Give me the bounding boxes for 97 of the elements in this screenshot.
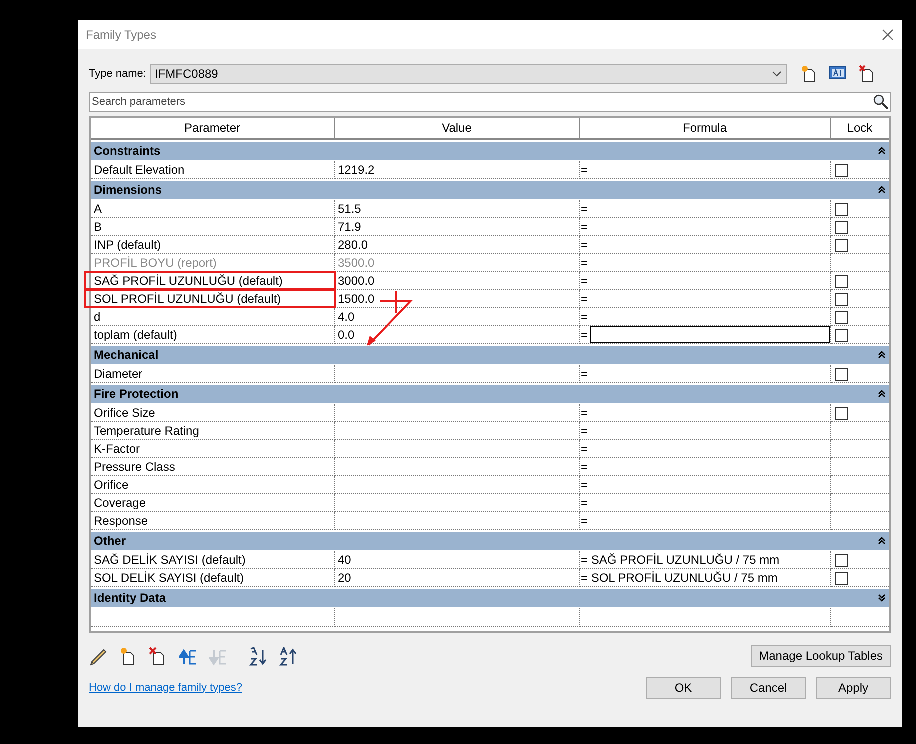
help-link[interactable]: How do I manage family types? [89,680,242,696]
value-text[interactable]: 4.0 [338,308,355,326]
rename-icon[interactable] [829,65,847,81]
lock-checkbox[interactable] [835,164,848,177]
formula-text[interactable]: = [580,476,588,494]
group-title: Identity Data [94,590,166,607]
formula-text[interactable]: = [580,326,588,344]
parameter-name: Temperature Rating [94,422,200,440]
lock-checkbox[interactable] [835,293,848,306]
caret-icon [772,71,782,77]
formula-text[interactable]: = [580,404,588,422]
expand-chevron-icon[interactable] [878,594,886,602]
formula-text[interactable]: = [580,440,588,458]
parameter-name: SAĞ PROFİL UZUNLUĞU (default) [94,272,283,290]
group-title: Fire Protection [94,386,179,403]
group-title: Constraints [94,143,161,160]
collapse-chevron-icon[interactable] [878,537,886,545]
type-name-dropdown[interactable]: IFMFC0889 [150,64,787,84]
collapse-chevron-icon[interactable] [878,351,886,359]
formula-text[interactable]: = [580,494,588,512]
delete-document-icon[interactable] [859,65,875,83]
lock-checkbox[interactable] [835,572,848,585]
close-icon[interactable] [882,28,894,40]
formula-text[interactable]: = [580,290,588,308]
lock-checkbox[interactable] [835,275,848,288]
group-title: Mechanical [94,347,159,364]
sort-descending-icon[interactable] [279,646,298,666]
group-header[interactable]: Mechanical [91,346,889,364]
move-up-icon[interactable] [179,646,198,666]
lock-checkbox[interactable] [835,311,848,324]
lock-checkbox[interactable] [835,203,848,216]
collapse-chevron-icon[interactable] [878,186,886,194]
formula-text[interactable]: = [580,458,588,476]
lock-checkbox[interactable] [835,554,848,567]
value-text[interactable]: 51.5 [338,200,362,218]
type-name-label: Type name: [89,66,148,82]
parameter-name: Orifice [94,476,129,494]
lock-checkbox[interactable] [835,329,848,342]
parameter-name: d [94,308,101,326]
parameter-name: A [94,200,102,218]
collapse-chevron-icon[interactable] [878,147,886,155]
parameter-name: SOL PROFİL UZUNLUĞU (default) [94,290,282,308]
dialog-button[interactable]: Apply [816,677,891,699]
group-header[interactable]: Other [91,532,889,550]
formula-text[interactable]: = [580,308,588,326]
collapse-chevron-icon[interactable] [878,390,886,398]
group-header[interactable]: Dimensions [91,181,889,199]
parameter-name: Pressure Class [94,458,176,476]
formula-input-field[interactable] [590,326,830,343]
formula-text[interactable]: = [580,364,588,382]
parameter-name: Coverage [94,494,146,512]
parameter-name: K-Factor [94,440,140,458]
formula-text[interactable]: = [580,512,588,530]
lock-checkbox[interactable] [835,407,848,420]
parameter-name: Default Elevation [94,162,185,178]
value-text[interactable]: 40 [338,550,352,568]
formula-text[interactable]: = SOL PROFİL UZUNLUĞU / 75 mm [580,568,778,586]
value-text[interactable]: 0.0 [338,326,355,344]
search-field[interactable]: Search parameters [89,92,891,112]
parameter-name: B [94,218,102,236]
value-text[interactable]: 1219.2 [338,160,375,178]
formula-text[interactable]: = [580,236,588,254]
new-document-icon[interactable] [801,65,817,83]
formula-text[interactable]: = [580,200,588,218]
sort-ascending-icon[interactable] [249,646,268,666]
parameter-name: SOL DELİK SAYISI (default) [94,570,244,586]
value-text[interactable]: 71.9 [338,218,362,236]
lock-checkbox[interactable] [835,221,848,234]
parameter-name: toplam (default) [94,326,178,344]
parameter-name: INP (default) [94,236,162,254]
lock-checkbox[interactable] [835,368,848,381]
value-text[interactable]: 280.0 [338,236,368,254]
parameter-name: PROFİL BOYU (report) [94,254,217,272]
group-title: Other [94,533,126,550]
value-text[interactable]: 1500.0 [338,290,375,308]
dialog-button[interactable]: OK [646,677,721,699]
search-icon[interactable] [873,94,889,110]
parameter-name: SAĞ DELİK SAYISI (default) [94,552,246,568]
parameter-name: Response [94,512,148,530]
value-text[interactable]: 20 [338,568,352,586]
value-text[interactable]: 3000.0 [338,272,375,290]
parameter-name: Diameter [94,366,143,382]
formula-text[interactable]: = [580,160,588,178]
formula-text[interactable]: = [580,218,588,236]
formula-text[interactable]: = [580,422,588,440]
parameter-name: Orifice Size [94,404,156,422]
formula-text[interactable]: = [580,272,588,290]
manage-lookup-tables-button[interactable]: Manage Lookup Tables [751,645,891,667]
group-header[interactable]: Fire Protection [91,385,889,403]
group-header[interactable]: Identity Data [91,589,889,607]
pencil-icon[interactable] [89,646,108,666]
formula-text[interactable]: = SAĞ PROFİL UZUNLUĞU / 75 mm [580,550,780,568]
group-header[interactable]: Constraints [91,142,889,160]
group-title: Dimensions [94,182,162,199]
lock-checkbox[interactable] [835,239,848,252]
window-title: Family Types [86,26,156,44]
dialog-button[interactable]: Cancel [731,677,806,699]
